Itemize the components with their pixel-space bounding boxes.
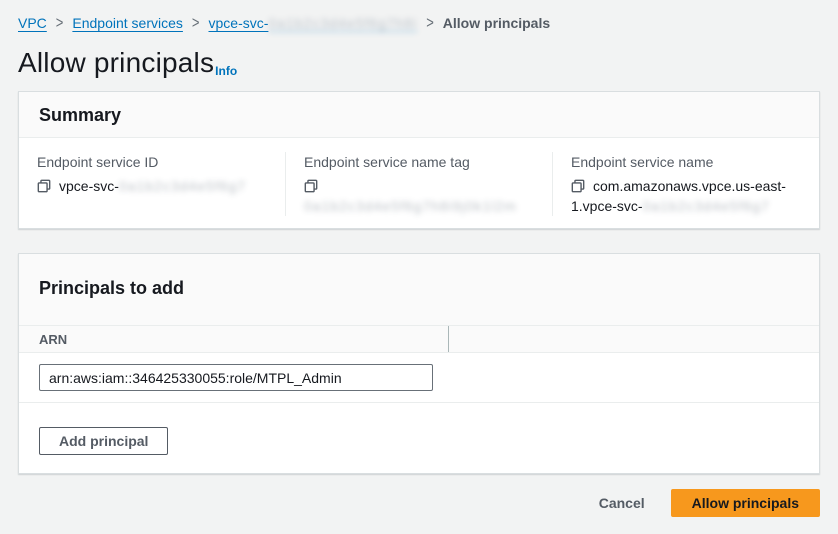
breadcrumb-item-endpoint-services[interactable]: Endpoint services [72, 14, 183, 32]
redacted-value: 0a1b2c3d4e5f6g7 [643, 198, 770, 214]
summary-body: Endpoint service ID vpce-svc-0a1b2c3d4e5… [19, 138, 819, 228]
principals-table-header: ARN [19, 325, 819, 353]
breadcrumb-item-service-id[interactable]: vpce-svc-0a1b2c3d4e5f6g7h8i [209, 14, 418, 32]
field-label: Endpoint service name [571, 152, 801, 172]
principals-card: Principals to add ARN Add principal [18, 253, 820, 474]
add-principal-button[interactable]: Add principal [39, 427, 168, 455]
principals-card-footer: Add principal [19, 402, 819, 473]
copy-icon[interactable] [37, 179, 51, 193]
summary-title: Summary [39, 105, 799, 126]
form-actions: Cancel Allow principals [18, 489, 820, 517]
chevron-right-icon: > [56, 12, 64, 35]
breadcrumb-item-current: Allow principals [443, 14, 550, 32]
cancel-button[interactable]: Cancel [599, 495, 645, 511]
copy-icon[interactable] [304, 179, 318, 193]
field-label: Endpoint service ID [37, 152, 267, 172]
summary-card-header: Summary [19, 92, 819, 138]
redacted-service-id: 0a1b2c3d4e5f6g7h8i [268, 15, 417, 31]
principals-title: Principals to add [39, 278, 799, 299]
summary-card: Summary Endpoint service ID vpce-svc-0a1… [18, 91, 820, 229]
field-value: com.amazonaws.vpce.us-east-1.vpce-svc-0a… [571, 176, 801, 216]
summary-field-service-name-tag: Endpoint service name tag 0a1b2c3d4e5f6g… [285, 152, 552, 216]
principals-card-header: Principals to add [19, 254, 819, 325]
field-value: vpce-svc-0a1b2c3d4e5f6g7 [37, 176, 267, 196]
copy-icon[interactable] [571, 179, 585, 193]
summary-field-service-name: Endpoint service name com.amazonaws.vpce… [552, 152, 819, 216]
allow-principals-button[interactable]: Allow principals [671, 489, 820, 517]
field-label: Endpoint service name tag [304, 152, 534, 172]
value-prefix: vpce-svc- [59, 178, 119, 194]
field-value: 0a1b2c3d4e5f6g7h8i9j0k1l2m [304, 176, 534, 216]
breadcrumb-item-vpc[interactable]: VPC [18, 14, 47, 32]
page: VPC > Endpoint services > vpce-svc-0a1b2… [0, 0, 838, 517]
arn-input-row [19, 353, 819, 402]
redacted-value: 0a1b2c3d4e5f6g7 [119, 178, 246, 194]
breadcrumb-service-id-prefix: vpce-svc- [209, 15, 269, 31]
chevron-right-icon: > [192, 12, 200, 35]
breadcrumb: VPC > Endpoint services > vpce-svc-0a1b2… [18, 0, 820, 32]
chevron-right-icon: > [426, 12, 434, 35]
page-title: Allow principals [18, 47, 214, 78]
column-header-arn: ARN [19, 326, 449, 352]
summary-field-endpoint-service-id: Endpoint service ID vpce-svc-0a1b2c3d4e5… [19, 152, 285, 216]
redacted-value: 0a1b2c3d4e5f6g7h8i9j0k1l2m [304, 198, 517, 214]
info-link[interactable]: Info [215, 64, 237, 78]
title-row: Allow principalsInfo [18, 47, 820, 79]
arn-input[interactable] [39, 364, 433, 391]
